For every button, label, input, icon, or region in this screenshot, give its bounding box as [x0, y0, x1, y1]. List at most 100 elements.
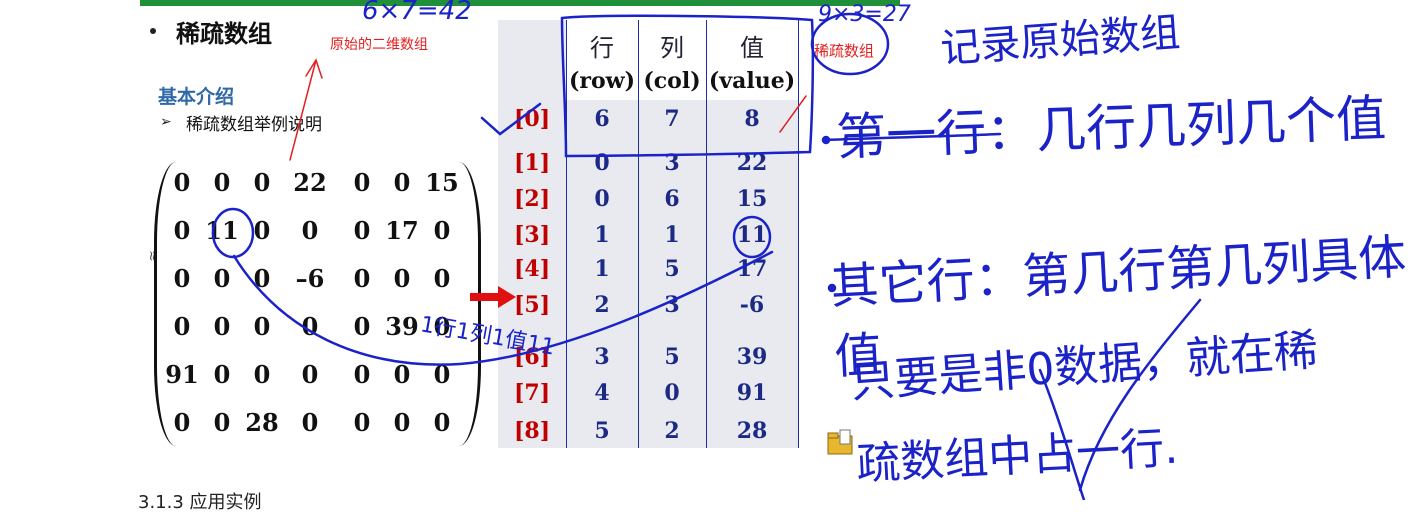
table-cell-col: 6: [664, 186, 680, 212]
table-cell-row: 2: [594, 292, 610, 318]
matrix-cell: 39: [385, 312, 419, 341]
sparse-array-label: 稀疏数组: [814, 42, 875, 60]
table-row-index: [7]: [514, 380, 551, 406]
table-cell-col: 3: [664, 292, 680, 318]
table-header-cn: 行: [590, 34, 614, 62]
matrix-cell: 91: [165, 360, 199, 389]
matrix-cell: 0: [253, 312, 271, 341]
matrix-cell: 0: [173, 408, 191, 437]
table-cell-row: 4: [594, 380, 610, 406]
handwriting-calc-2: 9×3=27: [818, 2, 911, 27]
matrix-cell: 0: [433, 408, 451, 437]
matrix-cell: 0: [433, 216, 451, 245]
matrix-cell: 0: [213, 312, 231, 341]
matrix-cell: 0: [353, 360, 371, 389]
matrix-cell: 0: [433, 264, 451, 293]
matrix-cell: 0: [301, 216, 319, 245]
ink-dot-stroke: [821, 135, 831, 145]
example-text: 稀疏数组举例说明: [186, 115, 322, 135]
table-cell-value: -6: [739, 292, 765, 318]
table-cell-row: 1: [594, 256, 610, 282]
table-header-en: (value): [708, 68, 796, 94]
table-cell-col: 2: [664, 418, 680, 444]
table-cell-value: 22: [736, 150, 768, 176]
table-cell-value: 91: [736, 380, 768, 406]
matrix-cell: 0: [353, 264, 371, 293]
table-cell-row: 1: [594, 222, 610, 248]
table-header-cn: 列: [660, 34, 684, 62]
table-row-index: [1]: [514, 150, 551, 176]
matrix-cell: 0: [253, 360, 271, 389]
table-header-en: (col): [643, 68, 701, 94]
matrix-cell: 0: [353, 168, 371, 197]
matrix-cell: 0: [173, 312, 191, 341]
section-footer: 3.1.3 应用实例: [138, 492, 262, 513]
table-row-index: [0]: [514, 106, 551, 132]
intro-heading: 基本介绍: [158, 86, 235, 108]
table-row-index: [2]: [514, 186, 551, 212]
matrix-cell: 22: [293, 168, 327, 197]
matrix-cell: 0: [253, 168, 271, 197]
table-cell-col: 5: [664, 344, 680, 370]
matrix-cell: 0: [353, 408, 371, 437]
table-cell-value: 28: [736, 418, 768, 444]
matrix-cell: 0: [213, 264, 231, 293]
table-cell-row: 0: [594, 150, 610, 176]
table-cell-col: 5: [664, 256, 680, 282]
matrix-cell: 0: [393, 408, 411, 437]
table-divider: [798, 20, 799, 448]
original-array-label: 原始的二维数组: [330, 37, 428, 53]
matrix-cell: 0: [301, 312, 319, 341]
red-arrow-icon: [468, 284, 518, 310]
table-cell-value: 15: [736, 186, 768, 212]
matrix-cell: 0: [301, 360, 319, 389]
matrix-cell: 0: [393, 264, 411, 293]
table-cell-value: 8: [744, 106, 760, 132]
handwriting-note-5: 疏数组中占一行.: [855, 422, 1180, 491]
table-cell-row: 6: [594, 106, 610, 132]
matrix-cell: 0: [433, 360, 451, 389]
table-cell-row: 3: [594, 344, 610, 370]
table-cell-col: 1: [664, 222, 680, 248]
matrix-cell: 0: [393, 168, 411, 197]
matrix-cell: 0: [213, 408, 231, 437]
handwriting-note-1: 记录原始数组: [938, 9, 1182, 73]
original-matrix: 0 0 0 22 0 0 15 0 11 0 0 0 17 0 0 0 0 –6 0 0 0 0 0 0 0 0 39 0 91 0 0 0 0…: [160, 160, 470, 448]
top-strip: [140, 0, 900, 6]
list-arrow-icon: ➢: [160, 114, 172, 130]
matrix-cell: 0: [253, 264, 271, 293]
matrix-cell: 0: [393, 360, 411, 389]
matrix-cell: 15: [425, 168, 459, 197]
matrix-cell: 0: [253, 216, 271, 245]
table-cell-value: 11: [736, 222, 768, 248]
matrix-cell: –6: [295, 264, 325, 293]
table-cell-value: 17: [736, 256, 768, 282]
table-row-index: [3]: [514, 222, 551, 248]
table-cell-col: 3: [664, 150, 680, 176]
matrix-cell: 0: [213, 168, 231, 197]
heading-bullet: [150, 28, 156, 34]
matrix-cell: 0: [353, 216, 371, 245]
matrix-cell: 17: [385, 216, 419, 245]
table-cell-row: 0: [594, 186, 610, 212]
table-cell-row: 5: [594, 418, 610, 444]
table-row-index: [5]: [514, 292, 551, 318]
table-cell-value: 39: [736, 344, 768, 370]
matrix-cell: 0: [173, 264, 191, 293]
matrix-cell: 11: [205, 216, 239, 245]
table-row-index: [4]: [514, 256, 551, 282]
matrix-cell: 28: [245, 408, 279, 437]
table-cell-col: 0: [664, 380, 680, 406]
matrix-cell: 0: [173, 168, 191, 197]
handwriting-note-2: 第一行：几行几列几个值: [835, 89, 1387, 167]
page-title: 稀疏数组: [176, 20, 272, 48]
matrix-cell: 0: [353, 312, 371, 341]
handwriting-calc-1: 6×7=42: [362, 0, 472, 26]
matrix-cell: 0: [213, 360, 231, 389]
table-cell-col: 7: [664, 106, 680, 132]
matrix-cell: 0: [173, 216, 191, 245]
table-header-cn: 值: [740, 34, 764, 62]
table-row-index: [8]: [514, 418, 551, 444]
folder-icon: [826, 428, 854, 458]
matrix-cell: 0: [301, 408, 319, 437]
